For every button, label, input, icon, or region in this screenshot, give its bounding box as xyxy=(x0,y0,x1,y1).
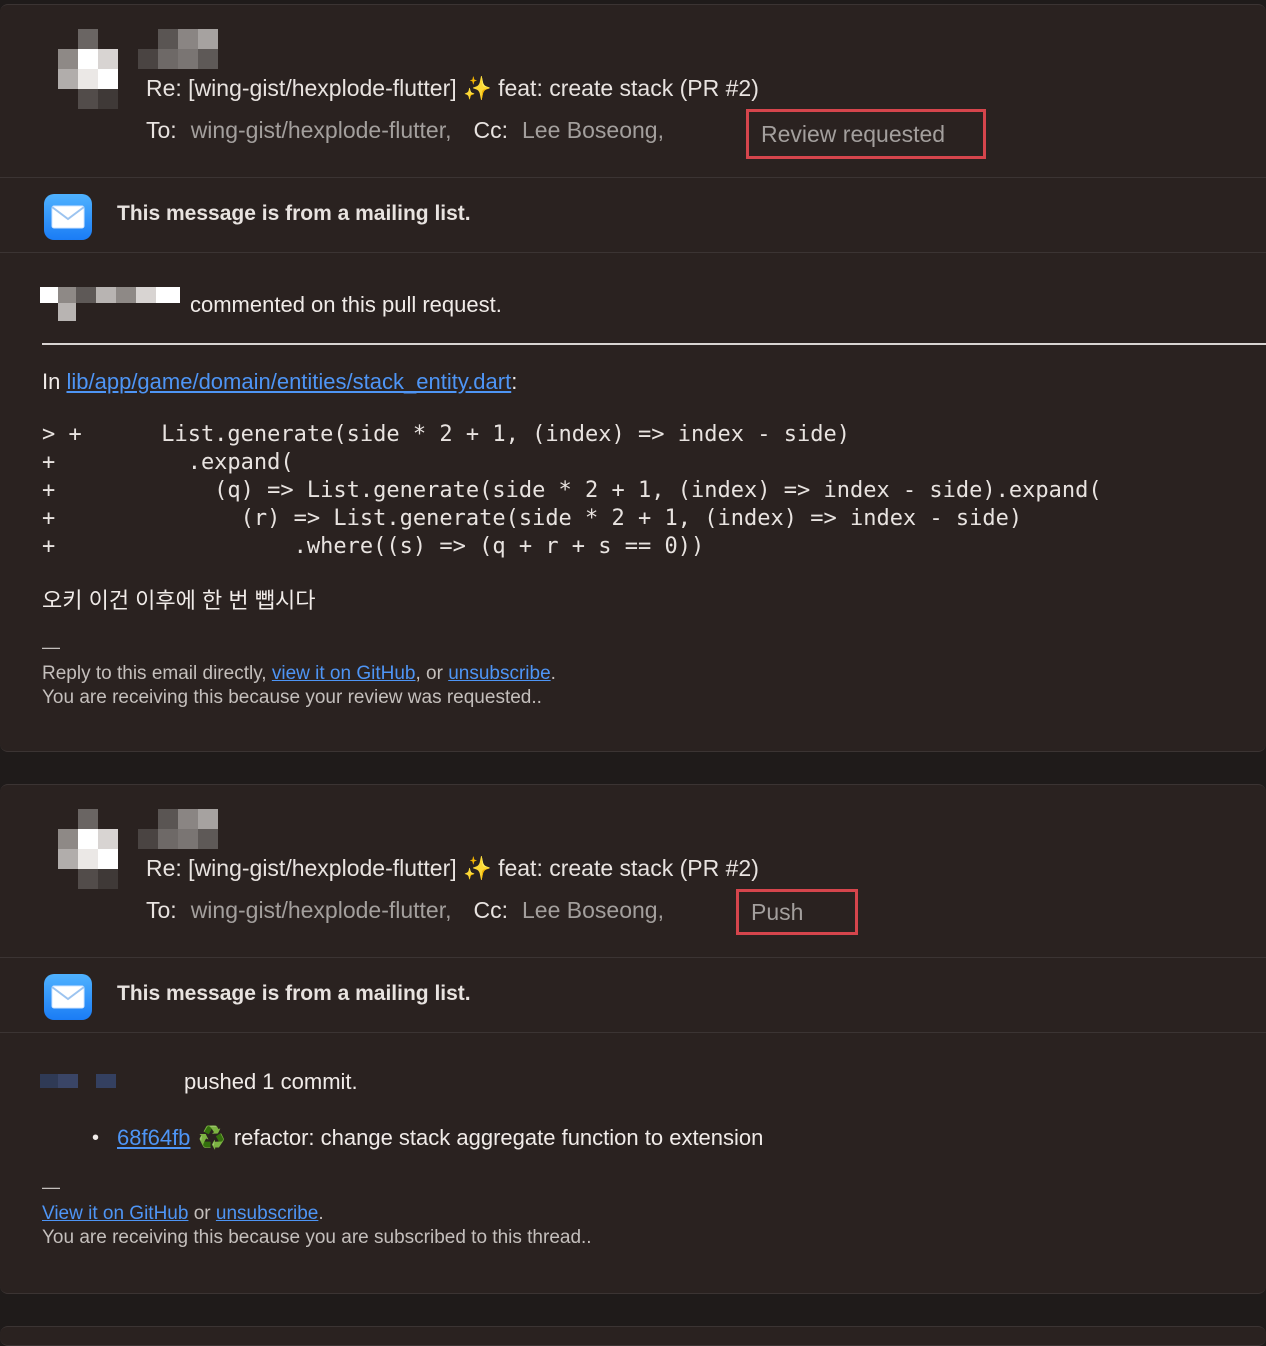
mailing-list-banner: This message is from a mailing list. xyxy=(0,178,1266,252)
code-line: + .where((s) => (q + r + s == 0)) xyxy=(42,534,705,559)
code-line: + .expand( xyxy=(42,450,294,475)
colon: : xyxy=(511,369,518,394)
email-header: Re: [wing-gist/hexplode-flutter] ✨ feat:… xyxy=(0,5,1266,177)
recipients-row: To: wing-gist/hexplode-flutter, Cc: Lee … xyxy=(146,897,664,924)
subject-text: feat: create stack (PR #2) xyxy=(498,855,759,881)
to-value[interactable]: wing-gist/hexplode-flutter, xyxy=(191,897,452,924)
comment-action-text: commented on this pull request. xyxy=(190,292,502,317)
commit-list-item: • 68f64fb ♻️ refactor: change stack aggr… xyxy=(92,1125,763,1151)
footer-links-line: View it on GitHub or unsubscribe. xyxy=(42,1203,324,1225)
code-diff-block: > + List.generate(side * 2 + 1, (index) … xyxy=(42,421,1102,561)
sender-avatar xyxy=(58,29,118,109)
commenter-name-redacted xyxy=(40,287,180,321)
mail-app-icon xyxy=(44,194,92,240)
horizontal-rule xyxy=(42,343,1266,345)
recipients-row: To: wing-gist/hexplode-flutter, Cc: Lee … xyxy=(146,117,664,144)
recycle-icon: ♻️ xyxy=(198,1125,226,1150)
sender-name-redacted xyxy=(138,29,218,69)
cc-value[interactable]: Lee Boseong, xyxy=(522,897,664,924)
signature-dash: — xyxy=(42,1177,60,1197)
cc-value[interactable]: Lee Boseong, xyxy=(522,117,664,144)
cc-label: Cc: xyxy=(473,897,509,923)
email-subject: Re: [wing-gist/hexplode-flutter] ✨ feat:… xyxy=(146,855,759,882)
commit-hash-link[interactable]: 68f64fb xyxy=(117,1125,190,1151)
commit-message: refactor: change stack aggregate functio… xyxy=(233,1125,764,1150)
subject-prefix: Re: [wing-gist/hexplode-flutter] xyxy=(146,855,457,881)
to-label: To: xyxy=(146,117,177,143)
email-message-push: Re: [wing-gist/hexplode-flutter] ✨ feat:… xyxy=(0,784,1266,1294)
unsubscribe-link[interactable]: unsubscribe xyxy=(216,1203,318,1224)
sender-name-redacted xyxy=(138,809,218,849)
email-subject: Re: [wing-gist/hexplode-flutter] ✨ feat:… xyxy=(146,75,759,102)
pusher-name-redacted xyxy=(40,1074,116,1088)
notification-reason[interactable]: Push xyxy=(751,899,803,926)
push-action-text: pushed 1 commit. xyxy=(184,1069,358,1094)
subject-prefix: Re: [wing-gist/hexplode-flutter] xyxy=(146,75,457,101)
subject-text: feat: create stack (PR #2) xyxy=(498,75,759,101)
view-on-github-link[interactable]: View it on GitHub xyxy=(42,1203,188,1224)
footer-period: . xyxy=(318,1203,324,1224)
email-message-partial xyxy=(0,1326,1266,1346)
sender-avatar xyxy=(58,809,118,889)
to-value[interactable]: wing-gist/hexplode-flutter, xyxy=(191,117,452,144)
push-header: pushed 1 commit. xyxy=(40,1069,358,1095)
unsubscribe-link[interactable]: unsubscribe xyxy=(448,663,550,684)
footer-reason: You are receiving this because your revi… xyxy=(42,687,542,708)
footer-reply-line: Reply to this email directly, view it on… xyxy=(42,663,556,685)
footer-reason: You are receiving this because you are s… xyxy=(42,1227,592,1248)
footer-or-text: , or xyxy=(415,663,443,684)
footer-period: . xyxy=(550,663,556,684)
code-line: > + List.generate(side * 2 + 1, (index) … xyxy=(42,422,850,447)
mailing-list-banner: This message is from a mailing list. xyxy=(0,958,1266,1032)
sparkles-icon: ✨ xyxy=(463,855,492,881)
email-header: Re: [wing-gist/hexplode-flutter] ✨ feat:… xyxy=(0,785,1266,957)
email-body: commented on this pull request. In lib/a… xyxy=(0,253,1266,751)
code-line: + (q) => List.generate(side * 2 + 1, (in… xyxy=(42,478,1102,503)
footer-reply-text: Reply to this email directly, xyxy=(42,663,267,684)
comment-body-text: 오키 이건 이후에 한 번 뺍시다 xyxy=(42,588,316,613)
reason-highlight-box: Review requested xyxy=(746,109,986,159)
code-line: + (r) => List.generate(side * 2 + 1, (in… xyxy=(42,506,1023,531)
bullet: • xyxy=(92,1126,100,1149)
file-reference: In lib/app/game/domain/entities/stack_en… xyxy=(42,369,517,395)
in-label: In xyxy=(42,369,61,394)
file-path-link[interactable]: lib/app/game/domain/entities/stack_entit… xyxy=(66,369,511,394)
to-label: To: xyxy=(146,897,177,923)
sparkles-icon: ✨ xyxy=(463,75,492,101)
email-body: pushed 1 commit. • 68f64fb ♻️ refactor: … xyxy=(0,1033,1266,1293)
notification-reason[interactable]: Review requested xyxy=(761,121,945,148)
signature-dash: — xyxy=(42,637,60,657)
cc-label: Cc: xyxy=(473,117,509,143)
comment-header: commented on this pull request. xyxy=(40,287,502,323)
reason-highlight-box: Push xyxy=(736,889,858,935)
footer-or-text: or xyxy=(193,1203,211,1224)
mailing-list-notice: This message is from a mailing list. xyxy=(117,982,471,1005)
view-on-github-link[interactable]: view it on GitHub xyxy=(272,663,416,684)
mail-app-icon xyxy=(44,974,92,1020)
mailing-list-notice: This message is from a mailing list. xyxy=(117,202,471,225)
email-message-review: Re: [wing-gist/hexplode-flutter] ✨ feat:… xyxy=(0,4,1266,752)
